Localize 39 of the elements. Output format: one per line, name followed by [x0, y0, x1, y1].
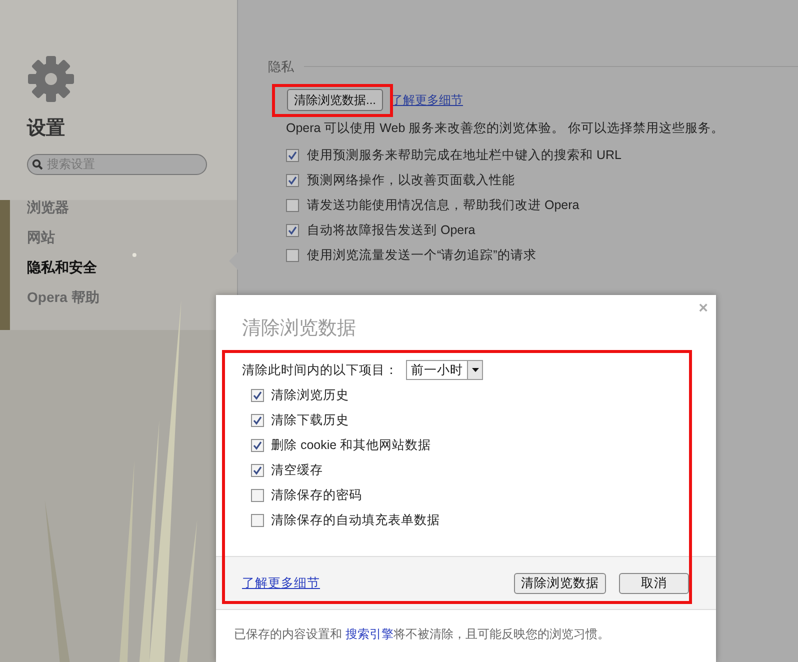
selection-pointer-icon: [229, 252, 238, 270]
checkbox[interactable]: [251, 389, 264, 402]
item-label: 清除保存的密码: [271, 487, 362, 504]
checkbox[interactable]: [286, 149, 299, 162]
search-icon: [32, 158, 43, 170]
item-label: 清空缓存: [271, 462, 323, 480]
clear-button[interactable]: 清除浏览数据: [514, 572, 606, 594]
dropdown-arrow-icon: [472, 368, 478, 372]
item-label: 清除浏览历史: [271, 387, 349, 404]
intro-text: Opera 可以使用 Web 服务来改善您的浏览体验。 你可以选择禁用这些服务。: [286, 120, 726, 137]
checkbox[interactable]: [251, 489, 264, 502]
item-label: 清除保存的自动填充表单数据: [271, 512, 440, 530]
option-label: 使用预测服务来帮助完成在地址栏中键入的搜索和 URL: [307, 147, 622, 164]
checkbox[interactable]: [286, 224, 299, 238]
checkbox[interactable]: [286, 174, 299, 188]
option-label: 请发送功能使用情况信息，帮助我们改进 Opera: [307, 197, 580, 214]
sidebar-title: 设置: [27, 117, 66, 141]
period-select[interactable]: 前一小时: [406, 360, 483, 380]
checkbox[interactable]: [251, 439, 264, 452]
period-label: 清除此时间内的以下项目：: [242, 362, 398, 379]
search-engine-link[interactable]: 搜索引擎: [345, 627, 394, 641]
cancel-button[interactable]: 取消: [619, 572, 689, 594]
option-label: 预测网络操作，以改善页面载入性能: [307, 172, 515, 190]
checkbox[interactable]: [251, 414, 264, 427]
option-label: 使用浏览流量发送一个“请勿追踪”的请求: [307, 247, 536, 264]
gear-icon: [27, 55, 75, 103]
checkbox[interactable]: [251, 514, 264, 527]
learn-more-link[interactable]: 了解更多细节: [391, 90, 464, 108]
checkbox[interactable]: [251, 464, 264, 477]
option-label: 自动将故障报告发送到 Opera: [307, 222, 476, 240]
item-label: 清除下载历史: [271, 412, 349, 430]
item-label: 删除 cookie 和其他网站数据: [271, 437, 432, 454]
dialog-note: 已保存的内容设置和 搜索引擎将不被清除，且可能反映您的浏览习惯。: [234, 627, 610, 641]
clear-data-button[interactable]: 清除浏览数据...: [287, 88, 384, 110]
section-heading: 隐私: [268, 58, 294, 76]
checkbox[interactable]: [286, 199, 299, 212]
dialog-title: 清除浏览数据: [242, 317, 356, 341]
checkbox[interactable]: [286, 249, 299, 262]
learn-more-link[interactable]: 了解更多细节: [242, 574, 320, 592]
